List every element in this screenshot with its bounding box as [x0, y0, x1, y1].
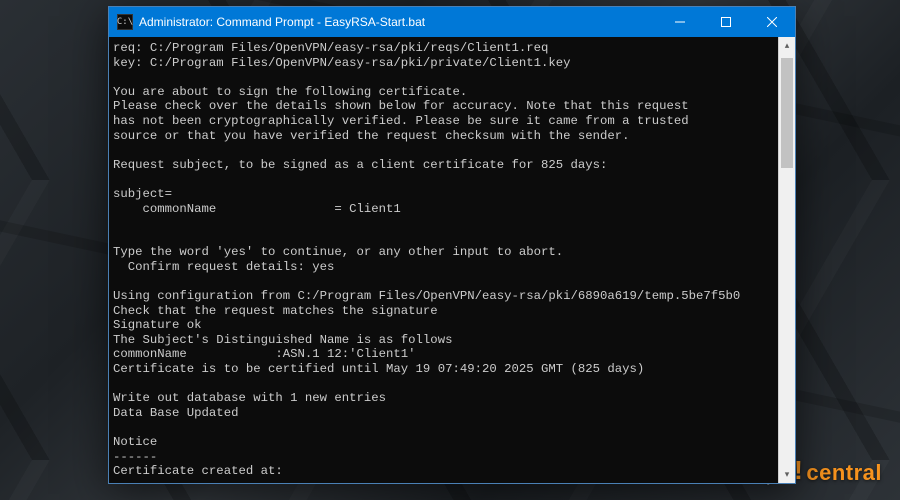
window-title: Administrator: Command Prompt - EasyRSA-… [139, 15, 425, 29]
maximize-icon [721, 17, 731, 27]
chevron-up-icon: ▴ [785, 40, 790, 51]
command-prompt-window: C:\ Administrator: Command Prompt - Easy… [108, 6, 796, 484]
vertical-scrollbar[interactable]: ▴ ▾ [778, 37, 795, 483]
minimize-icon [675, 17, 685, 27]
client-area: req: C:/Program Files/OpenVPN/easy-rsa/p… [109, 37, 795, 483]
scroll-up-button[interactable]: ▴ [779, 37, 795, 54]
scroll-track[interactable] [779, 54, 795, 466]
scroll-thumb[interactable] [781, 58, 793, 168]
maximize-button[interactable] [703, 7, 749, 37]
scroll-down-button[interactable]: ▾ [779, 466, 795, 483]
close-button[interactable] [749, 7, 795, 37]
cmd-icon: C:\ [117, 14, 133, 30]
minimize-button[interactable] [657, 7, 703, 37]
terminal-output[interactable]: req: C:/Program Files/OpenVPN/easy-rsa/p… [109, 37, 778, 483]
watermark-accent: central [806, 460, 882, 486]
close-icon [767, 17, 777, 27]
chevron-down-icon: ▾ [785, 469, 790, 480]
titlebar[interactable]: C:\ Administrator: Command Prompt - Easy… [109, 7, 795, 37]
